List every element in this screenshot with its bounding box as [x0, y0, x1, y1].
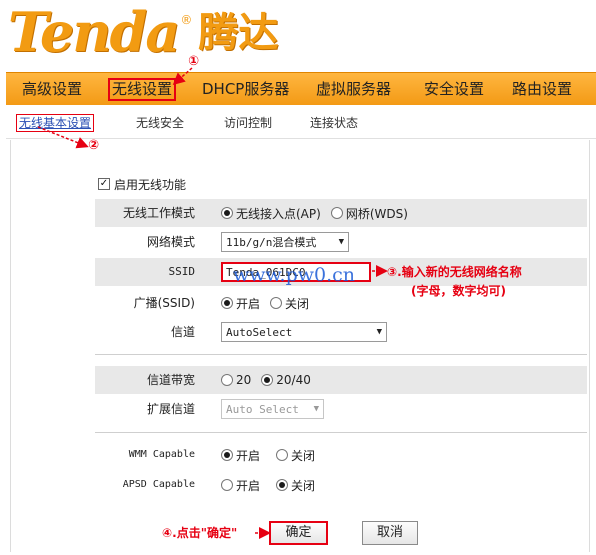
mode-wds-label: 网桥(WDS)	[345, 206, 408, 221]
annotation-step3-hint: (字母，数字均可)	[411, 284, 506, 298]
bandwidth-20-label: 20	[236, 373, 252, 387]
channel-row: 信道 AutoSelect ▼	[95, 318, 587, 346]
tenda-logo: Tenda ® 腾达	[8, 2, 278, 62]
nav-item-dhcp[interactable]: DHCP服务器	[200, 78, 291, 100]
network-mode-value: 11b/g/n混合模式	[226, 236, 317, 249]
subnav-item-access-control[interactable]: 访问控制	[224, 115, 272, 131]
broadcast-off-label: 关闭	[285, 296, 310, 311]
ok-button[interactable]: 确定	[269, 521, 328, 545]
network-mode-row: 网络模式 11b/g/n混合模式 ▼	[95, 228, 587, 256]
bandwidth-label: 信道带宽	[146, 373, 195, 387]
broadcast-on-label: 开启	[236, 296, 261, 311]
channel-label: 信道	[170, 325, 195, 339]
wmm-label: WMM Capable	[128, 449, 195, 460]
bandwidth-2040-label: 20/40	[276, 373, 311, 387]
wmm-on-label: 开启	[236, 448, 261, 463]
enable-wireless-checkbox[interactable]: ✓	[98, 178, 110, 190]
bandwidth-row: 信道带宽 20 20/40	[95, 366, 587, 394]
annotation-step2: ②	[88, 138, 100, 153]
channel-value: AutoSelect	[226, 325, 293, 339]
nav-item-security[interactable]: 安全设置	[422, 78, 486, 100]
apsd-off-label: 关闭	[291, 478, 316, 493]
annotation-step3: ③.输入新的无线网络名称	[387, 265, 522, 279]
ssid-label: SSID	[168, 265, 196, 278]
cancel-button[interactable]: 取消	[362, 521, 418, 545]
nav-item-advanced[interactable]: 高级设置	[20, 78, 84, 100]
mode-ap-radio[interactable]	[221, 207, 233, 219]
mode-wds-radio[interactable]	[330, 207, 343, 219]
nav-item-virtual-server[interactable]: 虚拟服务器	[314, 78, 393, 100]
network-mode-select[interactable]: 11b/g/n混合模式 ▼	[221, 232, 349, 252]
apsd-on-label: 开启	[236, 478, 261, 493]
ext-channel-select[interactable]: Auto Select ▼	[221, 399, 324, 419]
header: Tenda ® 腾达	[0, 0, 596, 72]
ext-channel-value: Auto Select	[226, 402, 299, 416]
main-nav: 高级设置 无线设置 DHCP服务器 虚拟服务器 安全设置 路由设置	[6, 72, 596, 105]
annotation-step1: ①	[188, 54, 200, 69]
enable-wireless-label: 启用无线功能	[114, 177, 187, 192]
section-divider	[95, 432, 587, 433]
wmm-off-radio[interactable]	[276, 449, 289, 461]
watermark-text: www.pw0.cn	[233, 264, 356, 286]
broadcast-off-radio[interactable]	[270, 297, 283, 309]
ext-channel-label: 扩展信道	[146, 402, 195, 416]
broadcast-row: 广播(SSID) 开启 关闭	[95, 289, 587, 317]
logo-chinese-text: 腾达	[198, 10, 279, 56]
ext-channel-row: 扩展信道 Auto Select ▼	[95, 395, 587, 423]
wireless-mode-row: 无线工作模式 无线接入点(AP) 网桥(WDS)	[95, 199, 587, 227]
channel-select[interactable]: AutoSelect ▼	[221, 322, 387, 342]
apsd-off-radio[interactable]	[276, 479, 289, 491]
broadcast-on-radio[interactable]	[221, 297, 233, 309]
logo-registered-mark: ®	[180, 13, 193, 27]
chevron-down-icon: ▼	[313, 404, 319, 414]
sub-nav: 无线基本设置 无线安全 访问控制 连接状态	[6, 105, 596, 139]
subnav-item-basic[interactable]: 无线基本设置	[16, 114, 95, 132]
wireless-mode-label: 无线工作模式	[122, 206, 195, 220]
nav-item-routing[interactable]: 路由设置	[510, 78, 574, 100]
section-divider	[95, 354, 587, 355]
subnav-item-security[interactable]: 无线安全	[136, 115, 184, 131]
subnav-item-connection-status[interactable]: 连接状态	[310, 115, 358, 131]
bandwidth-2040-radio[interactable]	[261, 374, 274, 386]
mode-ap-label: 无线接入点(AP)	[236, 206, 321, 221]
nav-item-wireless[interactable]: 无线设置	[108, 78, 177, 101]
bandwidth-20-radio[interactable]	[221, 374, 233, 386]
wmm-row: WMM Capable 开启 关闭	[95, 441, 587, 469]
enable-wireless-row: ✓ 启用无线功能	[98, 176, 186, 192]
apsd-on-radio[interactable]	[221, 479, 233, 491]
annotation-step4: ④.点击"确定"	[162, 526, 238, 540]
wmm-off-label: 关闭	[291, 448, 316, 463]
wmm-on-radio[interactable]	[221, 449, 233, 461]
logo-latin-text: Tenda	[8, 0, 180, 64]
apsd-label: APSD Capable	[122, 479, 195, 490]
chevron-down-icon: ▼	[338, 237, 344, 247]
broadcast-label: 广播(SSID)	[133, 296, 195, 310]
apsd-row: APSD Capable 开启 关闭	[95, 471, 587, 499]
network-mode-label: 网络模式	[146, 235, 195, 249]
chevron-down-icon: ▼	[376, 327, 382, 337]
